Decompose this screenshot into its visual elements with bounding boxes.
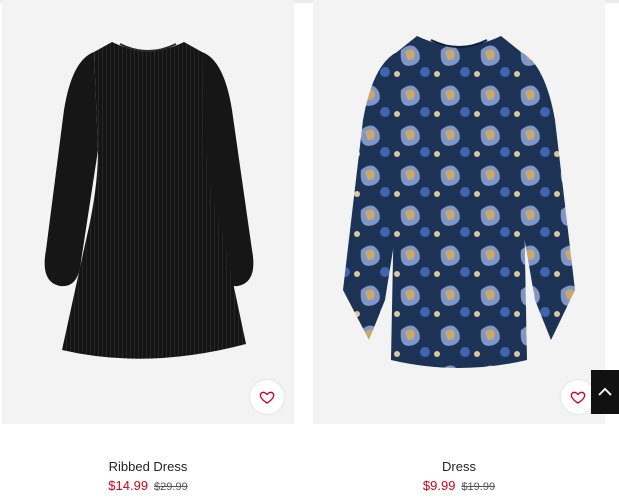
product-prices: $9.99 $19.99 — [313, 478, 605, 493]
paisley-dress-illustration — [343, 36, 575, 368]
product-name[interactable]: Dress — [313, 459, 605, 474]
heart-outline-icon — [259, 391, 275, 404]
product-prices: $14.99 $29.99 — [2, 478, 294, 493]
heart-outline-icon — [570, 391, 586, 404]
product-name[interactable]: Ribbed Dress — [2, 459, 294, 474]
favorite-button[interactable] — [250, 380, 284, 414]
product-image-ribbed-dress[interactable] — [2, 0, 294, 424]
sale-price: $14.99 — [108, 478, 149, 493]
ribbed-dress-illustration — [44, 42, 254, 359]
original-price: $29.99 — [154, 481, 188, 493]
favorite-button[interactable] — [561, 380, 595, 414]
product-card-dress[interactable]: Dress $9.99 $19.99 — [313, 0, 605, 493]
sale-price: $9.99 — [422, 478, 456, 493]
product-image-dress[interactable] — [313, 0, 605, 424]
product-card-ribbed-dress[interactable]: Ribbed Dress $14.99 $29.99 — [2, 0, 294, 493]
chevron-up-icon — [598, 387, 612, 396]
scroll-to-top-button[interactable] — [591, 370, 619, 414]
original-price: $19.99 — [461, 481, 496, 493]
